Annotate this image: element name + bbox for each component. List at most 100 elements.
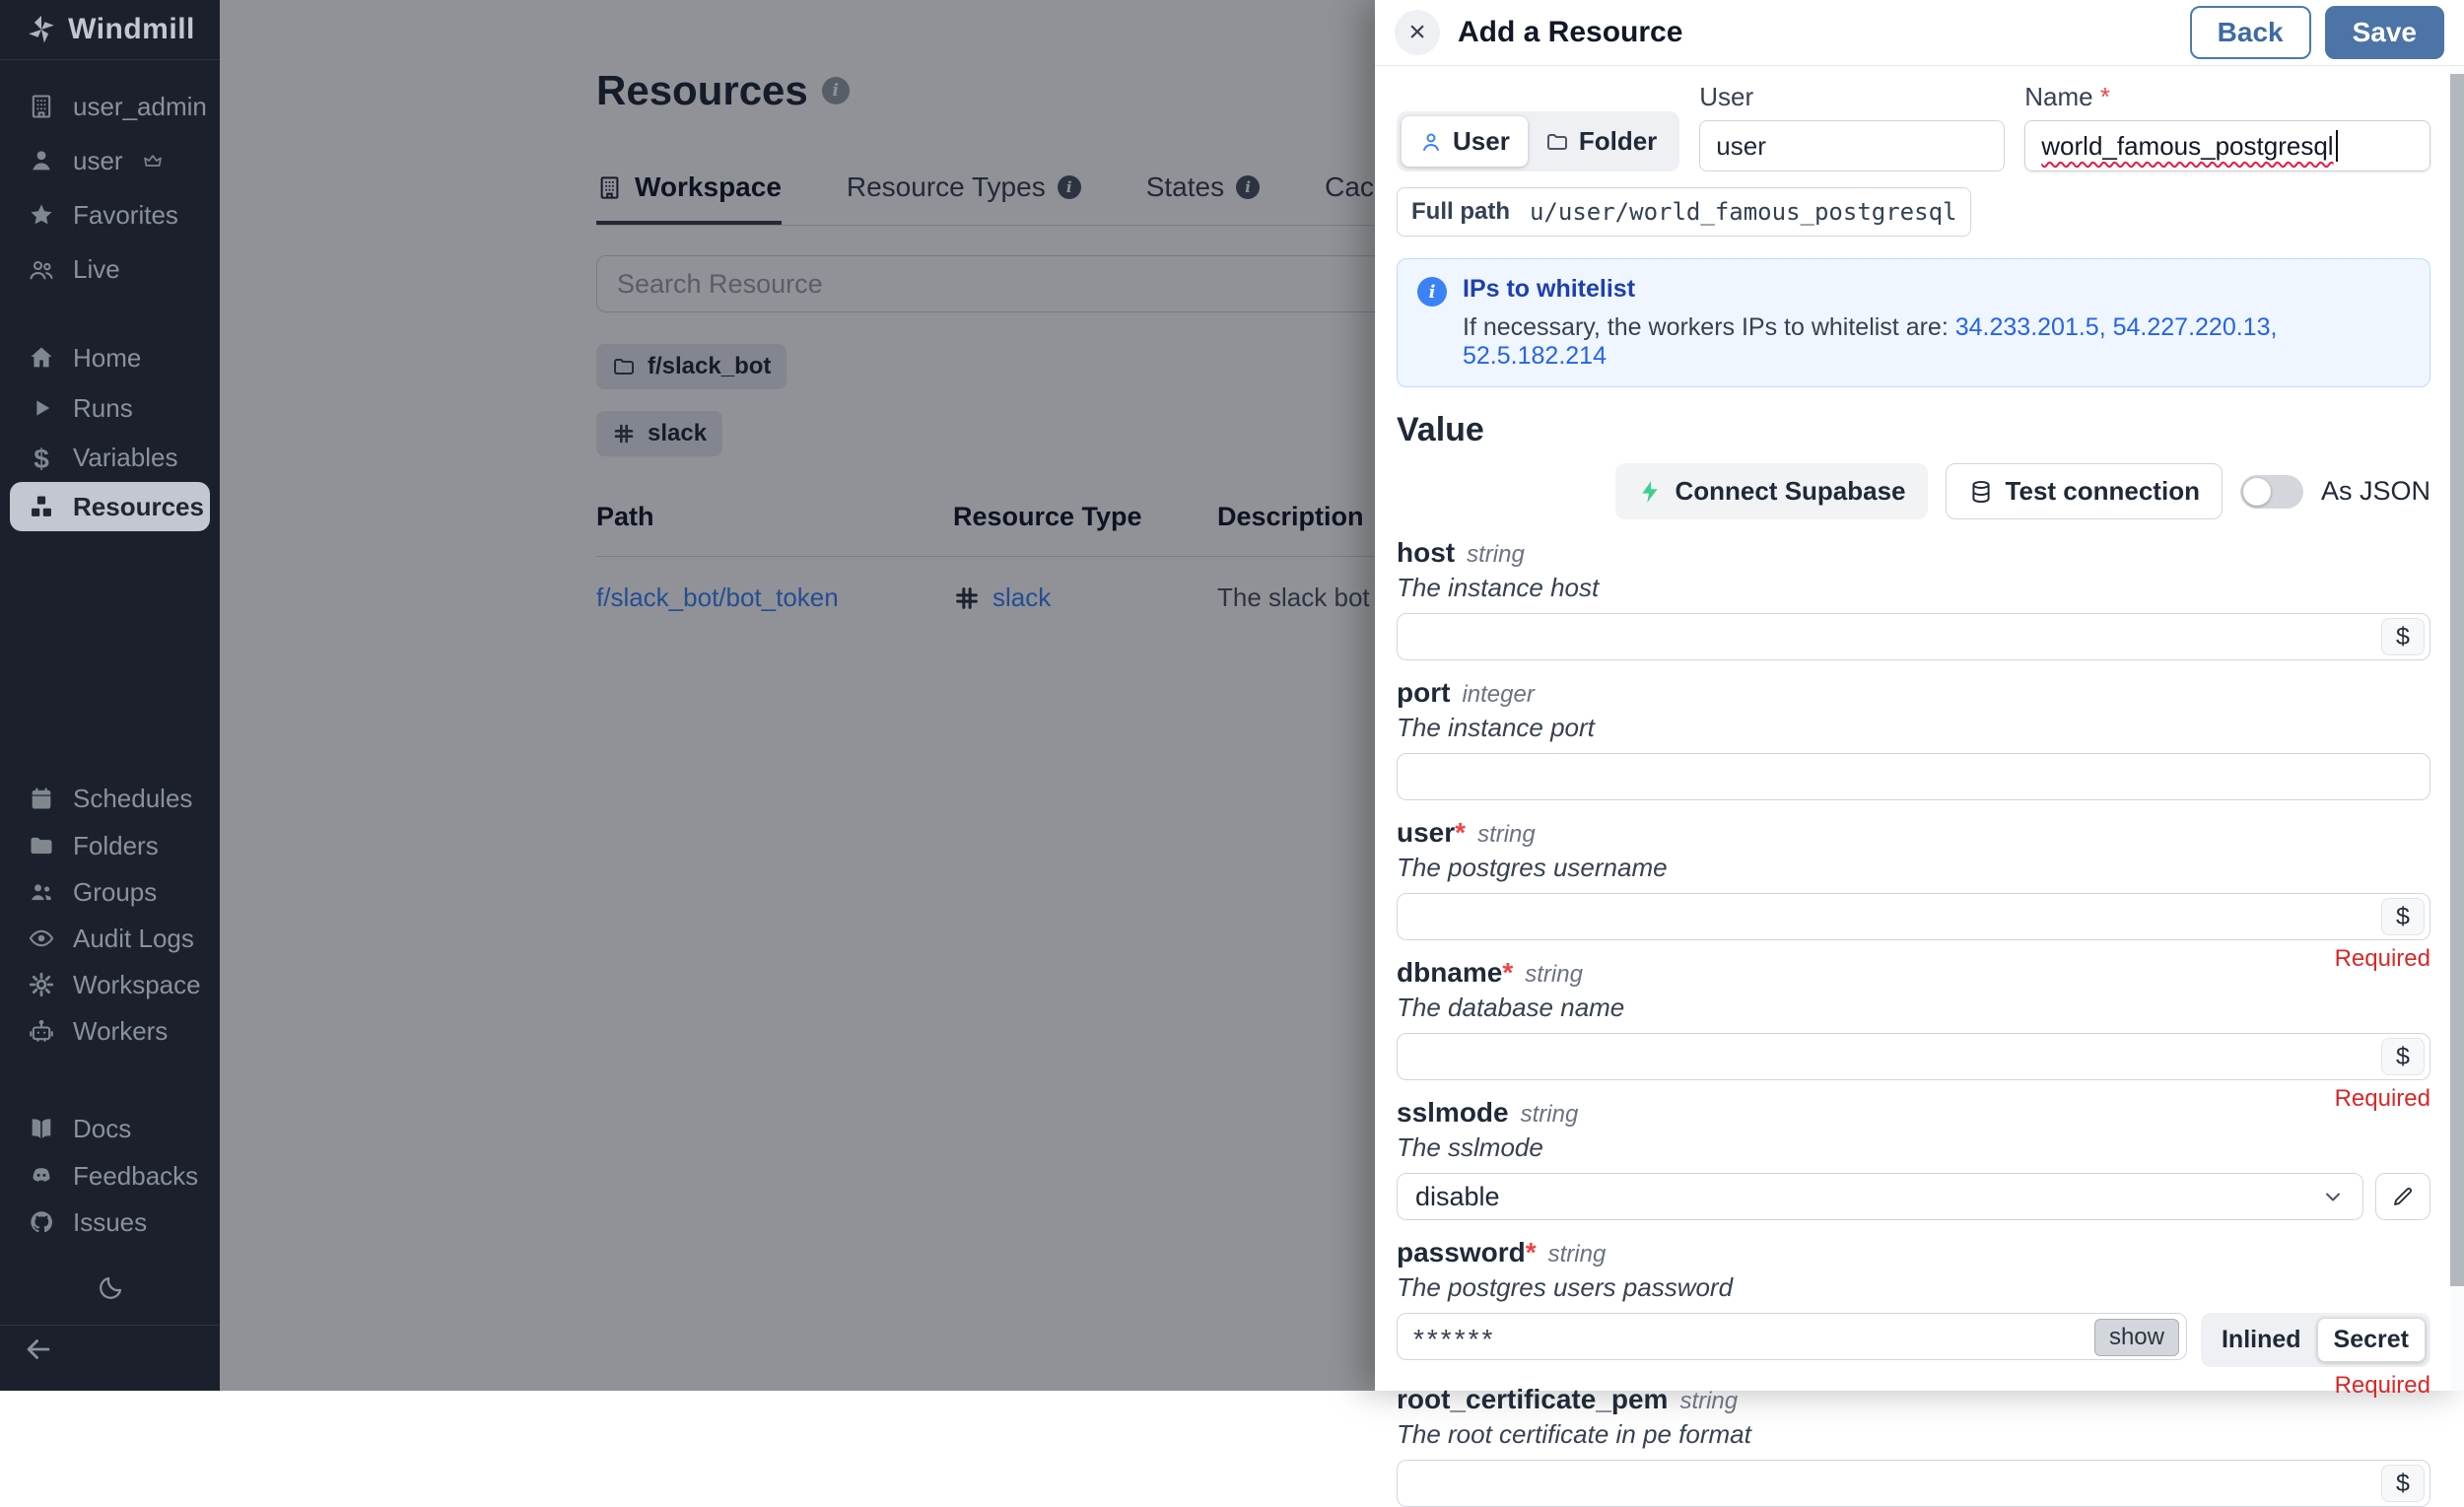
drawer-title: Add a Resource bbox=[1458, 16, 1682, 49]
sidebar-item-docs[interactable]: Docs bbox=[0, 1104, 220, 1153]
add-resource-drawer: × Add a Resource i Back Save User Folder… bbox=[1375, 0, 2464, 1391]
sidebar-item-label: Resources bbox=[73, 492, 204, 522]
boxes-icon bbox=[28, 493, 55, 520]
sidebar-item-issues[interactable]: Issues bbox=[0, 1198, 220, 1247]
variable-picker-button[interactable]: $ bbox=[2381, 1465, 2425, 1502]
database-icon bbox=[1968, 479, 1994, 505]
required-note: Required bbox=[2335, 1085, 2430, 1113]
name-field-label: Name * bbox=[2024, 82, 2430, 112]
sidebar-item-favorites[interactable]: Favorites bbox=[0, 190, 220, 240]
app-logo[interactable]: Windmill bbox=[0, 0, 220, 60]
show-password-button[interactable]: show bbox=[2094, 1319, 2179, 1356]
port-input[interactable] bbox=[1397, 753, 2430, 800]
root-certificate-input[interactable] bbox=[1397, 1460, 2430, 1507]
user-input[interactable] bbox=[1397, 893, 2430, 940]
save-button[interactable]: Save bbox=[2325, 6, 2444, 59]
sidebar-item-audit-logs[interactable]: Audit Logs bbox=[0, 914, 220, 963]
person-icon bbox=[28, 147, 55, 174]
required-note: Required bbox=[2335, 1372, 2430, 1400]
pencil-icon bbox=[2391, 1185, 2415, 1208]
secret-option[interactable]: Secret bbox=[2317, 1318, 2426, 1362]
drawer-header: × Add a Resource i Back Save bbox=[1375, 0, 2464, 66]
field-port: portinteger The instance port bbox=[1397, 677, 2430, 800]
sidebar-item-label: Audit Logs bbox=[73, 924, 194, 954]
sidebar-item-label: Variables bbox=[73, 443, 177, 473]
required-note: Required bbox=[2335, 945, 2430, 973]
sidebar-item-label: Home bbox=[73, 343, 141, 374]
sidebar-item-feedbacks[interactable]: Feedbacks bbox=[0, 1151, 220, 1200]
sidebar-item-variables[interactable]: $ Variables bbox=[0, 433, 220, 482]
edit-button[interactable] bbox=[2375, 1173, 2430, 1220]
dark-mode-toggle[interactable] bbox=[96, 1273, 125, 1303]
sidebar-item-runs[interactable]: Runs bbox=[0, 383, 220, 433]
host-input[interactable] bbox=[1397, 613, 2430, 660]
sidebar-item-label: Groups bbox=[73, 877, 157, 908]
test-connection-button[interactable]: Test connection bbox=[1946, 463, 2223, 519]
secret-mode-toggle: Inlined Secret bbox=[2201, 1313, 2430, 1367]
user-group-icon bbox=[28, 878, 55, 906]
as-json-label: As JSON bbox=[2321, 476, 2430, 507]
sidebar-item-label: user_admin bbox=[73, 92, 207, 122]
scrollbar-thumb[interactable] bbox=[2450, 74, 2464, 1286]
full-path-label: Full path bbox=[1398, 188, 1516, 236]
variable-picker-button[interactable]: $ bbox=[2381, 898, 2425, 935]
variable-picker-button[interactable]: $ bbox=[2381, 1038, 2425, 1075]
sidebar-item-workspace-settings[interactable]: Workspace bbox=[0, 960, 220, 1009]
sidebar-item-label: Schedules bbox=[73, 784, 192, 814]
as-json-toggle[interactable] bbox=[2240, 475, 2303, 509]
sidebar-item-label: Live bbox=[73, 254, 120, 285]
sidebar-item-label: Favorites bbox=[73, 200, 178, 231]
user-field-input[interactable] bbox=[1699, 120, 2005, 171]
sidebar-item-label: Workspace bbox=[73, 970, 201, 1000]
sidebar-item-groups[interactable]: Groups bbox=[0, 867, 220, 917]
chevron-down-icon bbox=[2321, 1185, 2345, 1208]
sidebar-item-workers[interactable]: Workers bbox=[0, 1006, 220, 1056]
sidebar-item-schedules[interactable]: Schedules bbox=[0, 774, 220, 823]
owner-folder-option[interactable]: Folder bbox=[1528, 116, 1675, 167]
sidebar-item-user[interactable]: user bbox=[0, 136, 220, 185]
sidebar: Windmill user_admin user Favorites Live … bbox=[0, 0, 220, 1391]
sslmode-select[interactable]: disable bbox=[1397, 1173, 2363, 1220]
field-sslmode: sslmodestring The sslmode disable bbox=[1397, 1097, 2430, 1220]
back-button[interactable]: Back bbox=[2190, 6, 2311, 59]
star-icon bbox=[28, 201, 55, 229]
sidebar-item-home[interactable]: Home bbox=[0, 333, 220, 382]
sidebar-item-label: user bbox=[73, 146, 123, 176]
full-path-display: Full path u/user/world_famous_postgresql bbox=[1397, 187, 1971, 237]
field-host: hoststring The instance host $ bbox=[1397, 537, 2430, 660]
password-input[interactable] bbox=[1397, 1313, 2187, 1360]
calendar-icon bbox=[28, 785, 55, 812]
sidebar-item-folders[interactable]: Folders bbox=[0, 821, 220, 870]
dbname-input[interactable] bbox=[1397, 1033, 2430, 1080]
field-user: user*string The postgres username $ Requ… bbox=[1397, 817, 2430, 940]
connect-supabase-button[interactable]: Connect Supabase bbox=[1615, 463, 1927, 519]
drawer-scrollbar[interactable] bbox=[2450, 66, 2464, 1391]
app-title: Windmill bbox=[68, 13, 195, 46]
users-icon bbox=[28, 255, 55, 283]
person-icon bbox=[1419, 130, 1443, 154]
collapse-sidebar-button[interactable] bbox=[22, 1333, 55, 1366]
text-caret bbox=[2336, 130, 2338, 162]
name-field-input[interactable]: world_famous_postgresql bbox=[2024, 120, 2430, 171]
owner-user-option[interactable]: User bbox=[1402, 116, 1528, 167]
owner-kind-toggle: User Folder bbox=[1397, 111, 1679, 171]
sidebar-item-label: Issues bbox=[73, 1207, 147, 1238]
github-icon bbox=[28, 1208, 55, 1236]
folder-icon bbox=[1545, 130, 1569, 154]
sidebar-item-resources[interactable]: Resources bbox=[10, 482, 210, 531]
ips-whitelist-infobox: i IPs to whitelist If necessary, the wor… bbox=[1397, 258, 2430, 387]
discord-icon bbox=[28, 1162, 55, 1190]
supabase-bolt-icon bbox=[1637, 479, 1663, 505]
close-icon[interactable]: × bbox=[1395, 10, 1440, 55]
sidebar-item-label: Docs bbox=[73, 1114, 131, 1144]
info-icon: i bbox=[1417, 277, 1447, 307]
field-root-certificate-pem: root_certificate_pemstring The root cert… bbox=[1397, 1384, 2430, 1507]
user-field-label: User bbox=[1699, 82, 2005, 112]
inlined-option[interactable]: Inlined bbox=[2206, 1319, 2317, 1361]
infobox-title: IPs to whitelist bbox=[1463, 275, 2410, 304]
variable-picker-button[interactable]: $ bbox=[2381, 618, 2425, 655]
sidebar-item-live[interactable]: Live bbox=[0, 244, 220, 294]
robot-icon bbox=[28, 1017, 55, 1045]
sidebar-item-workspace-switcher[interactable]: user_admin bbox=[0, 82, 220, 131]
required-asterisk: * bbox=[2100, 82, 2110, 111]
